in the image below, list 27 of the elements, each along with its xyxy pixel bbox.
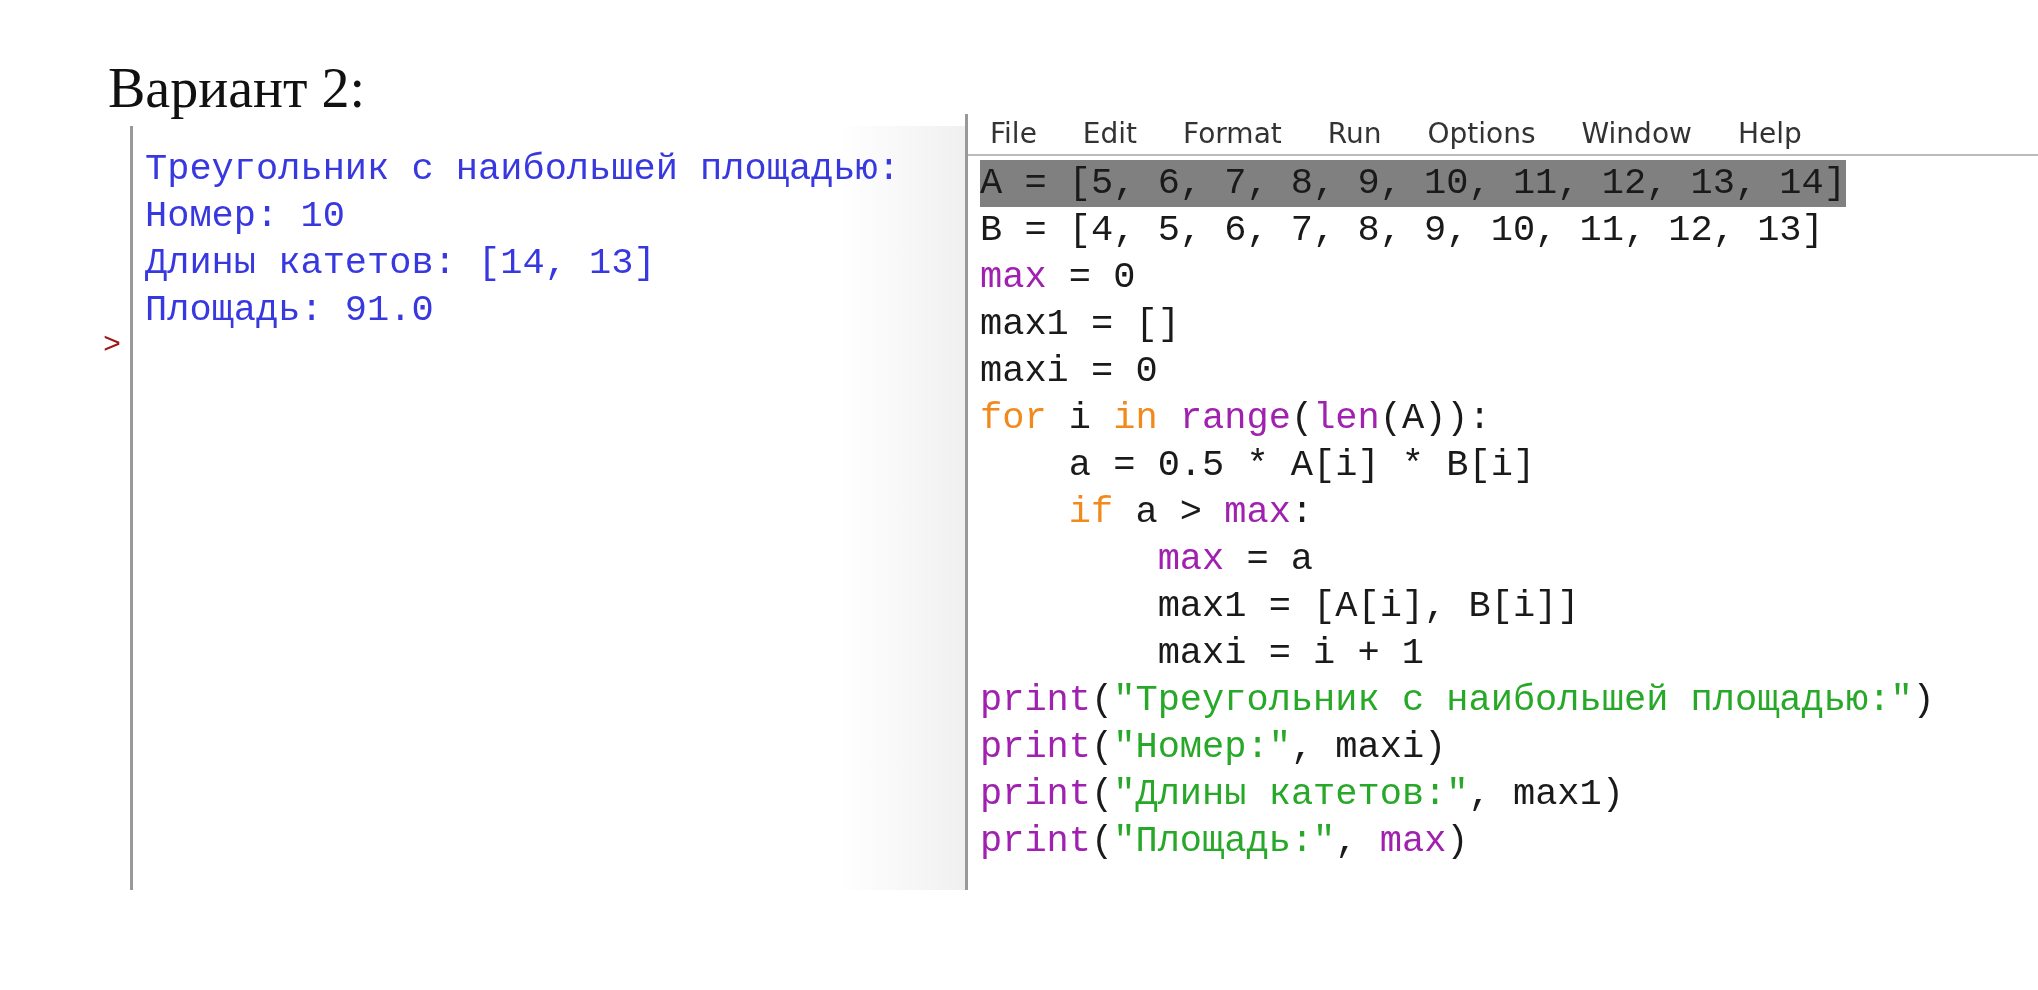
code-line: max1 = [] <box>980 302 1180 347</box>
menu-item[interactable]: Edit <box>1082 116 1138 152</box>
shell-prompt: > <box>103 328 121 362</box>
shell-output-line: Площадь: 91.0 <box>145 288 435 333</box>
code-line: maxi = i + 1 <box>1156 631 1425 676</box>
code-line: a = 0.5 * A[i] * B[i] <box>1067 443 1536 488</box>
code-line: print("Номер:", maxi) <box>980 725 1447 770</box>
menu-item[interactable]: Run <box>1327 116 1382 152</box>
code-line: max = a <box>1156 537 1314 582</box>
menu-item[interactable]: Options <box>1427 116 1536 152</box>
code-line: max = 0 <box>980 255 1136 300</box>
code-line: print("Длины катетов:", max1) <box>980 772 1624 817</box>
shell-output-line: Номер: 10 <box>145 194 346 239</box>
code-line: print("Площадь:", max) <box>980 819 1469 864</box>
menu-item[interactable]: File <box>990 116 1037 152</box>
menu-item[interactable]: Help <box>1737 116 1802 152</box>
menu-item[interactable]: Format <box>1183 116 1282 152</box>
code-line: maxi = 0 <box>980 349 1158 394</box>
shell-output-line: Длины катетов: [14, 13] <box>145 241 657 286</box>
code-line: print("Треугольник с наибольшей площадью:") <box>980 678 1935 723</box>
code-line: max1 = [A[i], B[i]] <box>1156 584 1580 629</box>
page-heading: Вариант 2: <box>108 56 367 121</box>
code-line: B = [4, 5, 6, 7, 8, 9, 10, 11, 12, 13] <box>980 208 1824 253</box>
menu-item[interactable]: Window <box>1581 116 1692 152</box>
shell-output-line: Треугольник с наибольшей площадью: <box>145 147 901 192</box>
code-line: for i in range(len(A)): <box>980 396 1491 441</box>
code-line: if a > max: <box>1067 490 1314 535</box>
